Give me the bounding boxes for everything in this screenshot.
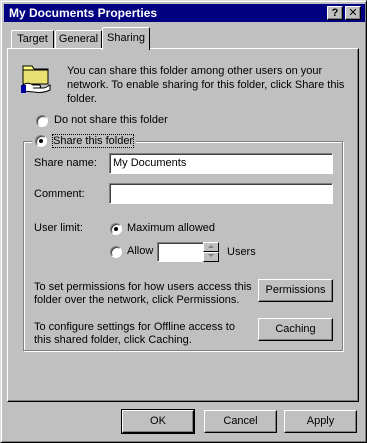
spin-down-arrow-icon (208, 254, 214, 257)
spin-up-arrow-icon (208, 245, 214, 248)
close-button[interactable]: ✕ (345, 6, 361, 20)
tab-target-label: Target (17, 33, 48, 45)
sharing-info-line-2: network. To enable sharing for this fold… (67, 79, 345, 91)
caching-button[interactable]: Caching (258, 318, 333, 341)
caching-description-line-2: this shared folder, click Caching. (34, 334, 192, 346)
permissions-description-line-1: To set permissions for how users access … (34, 281, 252, 293)
permissions-description-line-2: folder over the network, click Permissio… (34, 294, 240, 306)
allow-users-count-input[interactable] (157, 242, 205, 262)
cancel-button[interactable]: Cancel (204, 410, 277, 433)
users-suffix-label: Users (227, 246, 256, 258)
share-this-folder-radio[interactable] (35, 135, 47, 147)
allow-radio[interactable] (110, 246, 122, 258)
share-this-folder-option[interactable]: Share this folder (32, 134, 137, 148)
comment-label: Comment: (34, 188, 85, 200)
do-not-share-label[interactable]: Do not share this folder (54, 114, 168, 126)
share-this-folder-label: Share this folder (51, 134, 135, 148)
tab-general-label: General (58, 33, 99, 45)
spin-down-button[interactable] (203, 252, 219, 262)
shared-folder-icon (20, 60, 54, 94)
sharing-info-text: You can share this folder among other us… (67, 64, 344, 106)
maximum-allowed-label[interactable]: Maximum allowed (127, 222, 215, 234)
user-limit-label: User limit: (34, 222, 83, 234)
tab-sharing-label: Sharing (107, 32, 145, 44)
do-not-share-radio[interactable] (36, 115, 48, 127)
ok-button[interactable]: OK (121, 409, 195, 434)
share-name-label: Share name: (34, 157, 97, 169)
allow-label[interactable]: Allow (127, 245, 153, 257)
tab-target[interactable]: Target (11, 30, 54, 48)
permissions-button[interactable]: Permissions (258, 279, 333, 302)
caching-description: To configure settings for Offline access… (34, 321, 235, 347)
tab-general[interactable]: General (55, 30, 102, 48)
caching-description-line-1: To configure settings for Offline access… (34, 321, 235, 333)
sharing-info-line-1: You can share this folder among other us… (67, 65, 323, 77)
title-bar[interactable]: My Documents Properties ? ✕ (4, 4, 365, 22)
tab-sharing[interactable]: Sharing (102, 27, 150, 50)
share-name-input[interactable]: My Documents (109, 153, 333, 174)
do-not-share-label-text: Do not share this folder (54, 114, 168, 126)
maximum-allowed-radio[interactable] (110, 223, 122, 235)
permissions-description: To set permissions for how users access … (34, 281, 252, 307)
comment-input[interactable] (109, 183, 333, 204)
sharing-info-line-3: folder. (67, 93, 97, 105)
apply-button[interactable]: Apply (284, 410, 357, 433)
spin-up-button[interactable] (203, 242, 219, 252)
help-button[interactable]: ? (327, 6, 343, 20)
window-title: My Documents Properties (9, 6, 158, 20)
